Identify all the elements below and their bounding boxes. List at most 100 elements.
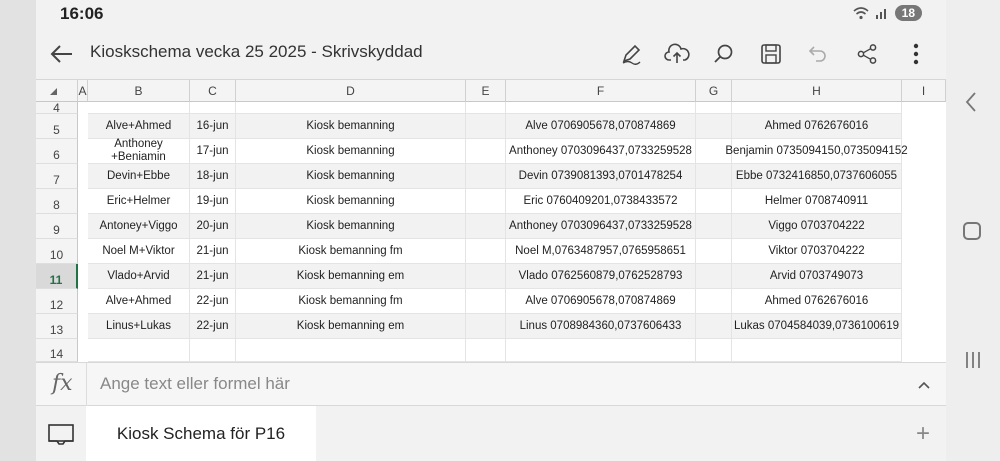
cell-G14[interactable]: [696, 339, 732, 362]
cell-F7[interactable]: Devin 0739081393,0701478254: [506, 164, 696, 189]
row-header-8[interactable]: 8: [36, 189, 78, 214]
row-header-14[interactable]: 14: [36, 339, 78, 362]
cell-G8[interactable]: [696, 189, 732, 214]
cell-F12[interactable]: Alve 0706905678,070874869: [506, 289, 696, 314]
cell-F13[interactable]: Linus 0708984360,0737606433: [506, 314, 696, 339]
nav-back-icon[interactable]: [964, 90, 978, 114]
cell-B5[interactable]: Alve+Ahmed: [88, 114, 190, 139]
cell-F14[interactable]: [506, 339, 696, 362]
column-header-F[interactable]: F: [506, 80, 696, 102]
cell-H10[interactable]: Viktor 0703704222: [732, 239, 902, 264]
cell-E5[interactable]: [466, 114, 506, 139]
row-header-7[interactable]: 7: [36, 164, 78, 189]
cell-B9[interactable]: Antoney+Viggo: [88, 214, 190, 239]
cell-H12[interactable]: Ahmed 0762676016: [732, 289, 902, 314]
cell-G4[interactable]: [696, 102, 732, 114]
cell-D6[interactable]: Kiosk bemanning: [236, 139, 466, 164]
cell-E4[interactable]: [466, 102, 506, 114]
column-header-B[interactable]: B: [88, 80, 190, 102]
cell-G13[interactable]: [696, 314, 732, 339]
cell-B13[interactable]: Linus+Lukas: [88, 314, 190, 339]
cell-C11[interactable]: 21-jun: [190, 264, 236, 289]
cell-G10[interactable]: [696, 239, 732, 264]
cell-E10[interactable]: [466, 239, 506, 264]
column-header-C[interactable]: C: [190, 80, 236, 102]
cell-H9[interactable]: Viggo 0703704222: [732, 214, 902, 239]
row-header-9[interactable]: 9: [36, 214, 78, 239]
cell-F5[interactable]: Alve 0706905678,070874869: [506, 114, 696, 139]
cell-C7[interactable]: 18-jun: [190, 164, 236, 189]
cell-F11[interactable]: Vlado 0762560879,0762528793: [506, 264, 696, 289]
cell-E14[interactable]: [466, 339, 506, 362]
cell-G9[interactable]: [696, 214, 732, 239]
undo-button[interactable]: [803, 39, 833, 69]
select-all-corner[interactable]: [36, 80, 78, 102]
cell-F8[interactable]: Eric 0760409201,0738433572: [506, 189, 696, 214]
more-button[interactable]: [901, 39, 931, 69]
cell-C10[interactable]: 21-jun: [190, 239, 236, 264]
cell-D13[interactable]: Kiosk bemanning em: [236, 314, 466, 339]
cell-H11[interactable]: Arvid 0703749073: [732, 264, 902, 289]
nav-recents-icon[interactable]: [963, 350, 983, 370]
cell-E12[interactable]: [466, 289, 506, 314]
cell-F9[interactable]: Anthoney 0703096437,0733259528: [506, 214, 696, 239]
cell-E8[interactable]: [466, 189, 506, 214]
search-button[interactable]: [709, 39, 739, 69]
cell-H6[interactable]: Benjamin 0735094150,0735094152: [725, 139, 908, 164]
sheet-tab-active[interactable]: Kiosk Schema för P16: [86, 406, 316, 461]
cell-C14[interactable]: [190, 339, 236, 362]
column-header-I[interactable]: I: [902, 80, 946, 102]
cell-B12[interactable]: Alve+Ahmed: [88, 289, 190, 314]
cell-F4[interactable]: [506, 102, 696, 114]
back-arrow-icon[interactable]: [48, 40, 76, 68]
cell-G7[interactable]: [696, 164, 732, 189]
cell-C8[interactable]: 19-jun: [190, 189, 236, 214]
cell-E9[interactable]: [466, 214, 506, 239]
cell-C5[interactable]: 16-jun: [190, 114, 236, 139]
row-header-4[interactable]: 4: [36, 102, 78, 114]
column-header-D[interactable]: D: [236, 80, 466, 102]
cell-B14[interactable]: [88, 339, 190, 362]
cell-H8[interactable]: Helmer 0708740911: [732, 189, 902, 214]
column-header-A[interactable]: A: [78, 80, 88, 102]
cell-H5[interactable]: Ahmed 0762676016: [732, 114, 902, 139]
row-header-6[interactable]: 6: [36, 139, 78, 164]
upload-button[interactable]: [662, 39, 692, 69]
sheets-button[interactable]: [36, 406, 86, 461]
cell-D10[interactable]: Kiosk bemanning fm: [236, 239, 466, 264]
cell-D5[interactable]: Kiosk bemanning: [236, 114, 466, 139]
column-header-G[interactable]: G: [696, 80, 732, 102]
add-sheet-icon[interactable]: +: [916, 420, 930, 448]
cell-B8[interactable]: Eric+Helmer: [88, 189, 190, 214]
cell-E7[interactable]: [466, 164, 506, 189]
cell-C6[interactable]: 17-jun: [190, 139, 236, 164]
cell-D9[interactable]: Kiosk bemanning: [236, 214, 466, 239]
cell-F6[interactable]: Anthoney 0703096437,0733259528: [506, 139, 696, 164]
cell-C4[interactable]: [190, 102, 236, 114]
cell-C12[interactable]: 22-jun: [190, 289, 236, 314]
row-header-12[interactable]: 12: [36, 289, 78, 314]
row-header-5[interactable]: 5: [36, 114, 78, 139]
cell-B11[interactable]: Vlado+Arvid: [88, 264, 190, 289]
cell-E6[interactable]: [466, 139, 506, 164]
cell-D7[interactable]: Kiosk bemanning: [236, 164, 466, 189]
cell-G11[interactable]: [696, 264, 732, 289]
save-button[interactable]: [756, 39, 786, 69]
cell-E13[interactable]: [466, 314, 506, 339]
cell-B7[interactable]: Devin+Ebbe: [88, 164, 190, 189]
cell-C9[interactable]: 20-jun: [190, 214, 236, 239]
cell-C13[interactable]: 22-jun: [190, 314, 236, 339]
column-header-H[interactable]: H: [732, 80, 902, 102]
row-header-11[interactable]: 11: [36, 264, 78, 289]
cell-H14[interactable]: [732, 339, 902, 362]
formula-input[interactable]: Ange text eller formel här: [100, 374, 290, 394]
chevron-up-icon[interactable]: [916, 377, 932, 393]
draw-button[interactable]: [616, 39, 646, 69]
cell-B6[interactable]: Anthoney +Beniamin: [88, 138, 190, 164]
cell-D4[interactable]: [236, 102, 466, 114]
cell-H13[interactable]: Lukas 0704584039,0736100619: [732, 314, 902, 339]
cell-D14[interactable]: [236, 339, 466, 362]
column-header-E[interactable]: E: [466, 80, 506, 102]
cell-D12[interactable]: Kiosk bemanning fm: [236, 289, 466, 314]
nav-home-icon[interactable]: [963, 222, 981, 240]
